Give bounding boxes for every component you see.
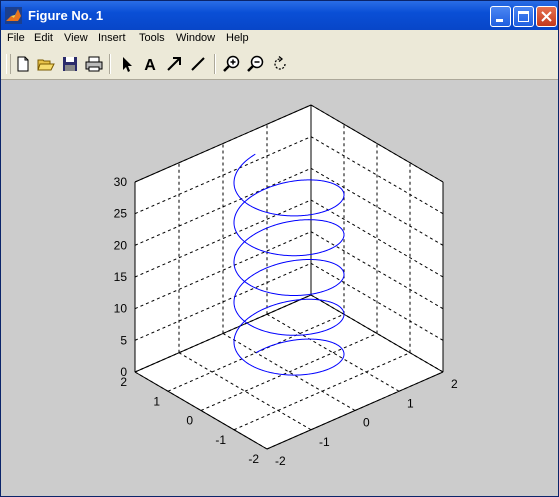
z-tick-label: 30 bbox=[114, 175, 128, 189]
z-tick-label: 15 bbox=[114, 270, 128, 284]
new-figure-icon[interactable] bbox=[14, 55, 32, 73]
rotate-3d-icon[interactable] bbox=[271, 55, 289, 73]
title-bar[interactable]: Figure No. 1 bbox=[1, 1, 558, 30]
menu-file[interactable]: File bbox=[7, 32, 25, 44]
y-tick-label: 1 bbox=[153, 394, 160, 408]
menu-edit[interactable]: Edit bbox=[34, 32, 53, 44]
close-button[interactable] bbox=[536, 6, 557, 27]
z-tick-label: 25 bbox=[114, 207, 128, 221]
open-file-icon[interactable] bbox=[37, 55, 55, 73]
z-tick-label: 5 bbox=[120, 333, 127, 347]
print-icon[interactable] bbox=[85, 55, 103, 73]
figure-canvas[interactable]: 0 5 10 15 20 25 30 -2 -1 0 1 2 -2 -1 0 1 2 bbox=[1, 80, 558, 496]
x-tick-label: 2 bbox=[451, 377, 458, 391]
insert-arrow-icon[interactable] bbox=[165, 55, 183, 73]
edit-plot-arrow-icon[interactable] bbox=[118, 55, 136, 73]
x-tick-label: 1 bbox=[407, 396, 414, 410]
menu-bar: File Edit View Insert Tools Window Help bbox=[1, 30, 558, 49]
zoom-out-icon[interactable] bbox=[247, 55, 265, 73]
maximize-button[interactable] bbox=[513, 6, 534, 27]
z-tick-label: 10 bbox=[114, 302, 128, 316]
menu-tools[interactable]: Tools bbox=[139, 32, 165, 44]
minimize-icon bbox=[496, 19, 503, 22]
figure-window: Figure No. 1 File Edit View Insert Tools… bbox=[0, 0, 559, 497]
toolbar-separator bbox=[109, 54, 111, 74]
menu-insert[interactable]: Insert bbox=[98, 32, 126, 44]
y-tick-label: 0 bbox=[186, 414, 193, 428]
menu-view[interactable]: View bbox=[64, 32, 88, 44]
window-title: Figure No. 1 bbox=[28, 8, 104, 23]
save-icon[interactable] bbox=[61, 55, 79, 73]
y-tick-label: 2 bbox=[120, 375, 127, 389]
figure-toolbar: A bbox=[1, 49, 558, 80]
maximize-icon bbox=[518, 11, 529, 22]
toolbar-separator bbox=[214, 54, 216, 74]
insert-text-icon[interactable]: A bbox=[141, 55, 159, 73]
y-tick-label: -1 bbox=[215, 433, 226, 447]
close-icon bbox=[541, 11, 552, 22]
x-tick-label: -2 bbox=[275, 454, 286, 468]
text-tool-glyph: A bbox=[144, 57, 156, 73]
x-tick-label: -1 bbox=[319, 435, 330, 449]
toolbar-grip[interactable] bbox=[6, 54, 11, 74]
plot-3d[interactable]: 051015202530-2-1012-2-1012 bbox=[1, 80, 558, 496]
z-tick-label: 20 bbox=[114, 238, 128, 252]
matlab-logo-icon bbox=[5, 7, 22, 24]
minimize-button[interactable] bbox=[490, 6, 511, 27]
zoom-in-icon[interactable] bbox=[223, 55, 241, 73]
y-tick-label: -2 bbox=[248, 452, 259, 466]
insert-line-icon[interactable] bbox=[189, 55, 207, 73]
x-tick-label: 0 bbox=[363, 416, 370, 430]
menu-help[interactable]: Help bbox=[226, 32, 249, 44]
menu-window[interactable]: Window bbox=[176, 32, 215, 44]
